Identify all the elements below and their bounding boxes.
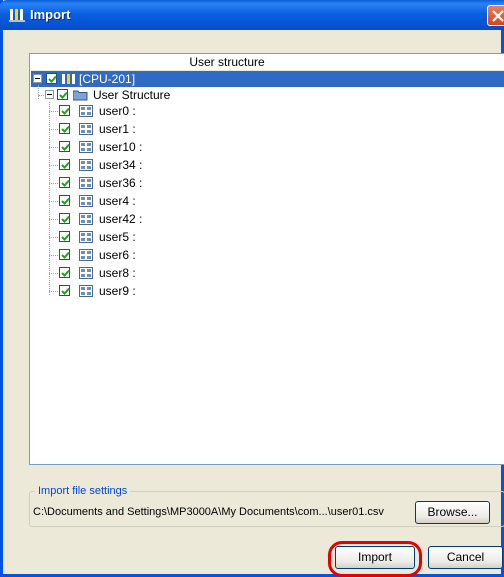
root-checkbox[interactable] [46, 73, 57, 84]
user-checkbox[interactable] [59, 123, 70, 134]
tree-column-header[interactable]: User structure [30, 54, 504, 71]
tree-user-item[interactable]: user8 : [59, 265, 259, 281]
title-bar[interactable]: Import [0, 0, 504, 30]
checkmark-icon [61, 143, 70, 151]
checkmark-icon [59, 91, 68, 99]
tree-user-item[interactable]: user10 : [59, 139, 259, 155]
user-item-label: user8 : [99, 266, 136, 280]
browse-button[interactable]: Browse... [415, 501, 490, 524]
user-structure-tree[interactable]: User structure [CPU-201] User Structure … [29, 53, 504, 465]
tree-connector [38, 85, 39, 99]
user-structure-icon [79, 159, 93, 171]
user-checkbox[interactable] [59, 195, 70, 206]
root-label: [CPU-201] [79, 72, 136, 86]
checkmark-icon [61, 197, 70, 205]
user-checkbox[interactable] [59, 231, 70, 242]
tree-user-item[interactable]: user9 : [59, 283, 259, 299]
tree-connector [49, 102, 50, 295]
tree-group-node[interactable]: User Structure [45, 87, 245, 103]
user-item-label: user4 : [99, 194, 136, 208]
close-button[interactable] [487, 5, 504, 26]
tree-user-item[interactable]: user34 : [59, 157, 259, 173]
tree-user-item[interactable]: user5 : [59, 229, 259, 245]
window-title: Import [30, 7, 71, 22]
user-structure-icon [79, 249, 93, 261]
group-label: User Structure [93, 88, 171, 102]
checkmark-icon [61, 125, 70, 133]
tree-root-node[interactable]: [CPU-201] [33, 71, 233, 87]
user-checkbox[interactable] [59, 213, 70, 224]
folder-icon [73, 90, 88, 101]
tree-user-item[interactable]: user0 : [59, 103, 259, 119]
tree-user-item[interactable]: user36 : [59, 175, 259, 191]
checkmark-icon [61, 269, 70, 277]
checkmark-icon [61, 107, 70, 115]
user-structure-icon [79, 105, 93, 117]
tree-user-item[interactable]: user6 : [59, 247, 259, 263]
user-item-label: user42 : [99, 212, 143, 226]
user-structure-icon [79, 267, 93, 279]
user-item-label: user5 : [99, 230, 136, 244]
user-item-label: user36 : [99, 176, 143, 190]
cancel-button[interactable]: Cancel [428, 546, 503, 569]
tree-structure-icon [9, 9, 25, 22]
import-file-path: C:\Documents and Settings\MP3000A\My Doc… [33, 506, 384, 518]
user-item-label: user9 : [99, 284, 136, 298]
user-checkbox[interactable] [59, 159, 70, 170]
checkmark-icon [48, 75, 57, 83]
user-structure-icon [79, 177, 93, 189]
user-structure-icon [79, 195, 93, 207]
user-checkbox[interactable] [59, 141, 70, 152]
tree-user-item[interactable]: user42 : [59, 211, 259, 227]
user-item-label: user34 : [99, 158, 143, 172]
close-icon [492, 10, 504, 22]
user-checkbox[interactable] [59, 105, 70, 116]
tree-user-item[interactable]: user1 : [59, 121, 259, 137]
controller-icon [62, 74, 75, 84]
user-structure-icon [79, 123, 93, 135]
group-checkbox[interactable] [57, 89, 68, 100]
user-structure-icon [79, 141, 93, 153]
collapse-toggle[interactable] [45, 90, 54, 99]
user-structure-icon [79, 213, 93, 225]
checkmark-icon [61, 251, 70, 259]
user-structure-icon [79, 231, 93, 243]
user-item-label: user1 : [99, 122, 136, 136]
import-highlight-ring [328, 541, 422, 577]
checkmark-icon [61, 215, 70, 223]
user-structure-icon [79, 285, 93, 297]
user-item-label: user10 : [99, 140, 143, 154]
checkmark-icon [61, 233, 70, 241]
checkmark-icon [61, 179, 70, 187]
import-dialog: Import User structure [CPU-201] User Str… [0, 0, 504, 577]
user-item-label: user0 : [99, 104, 136, 118]
checkmark-icon [61, 287, 70, 295]
user-checkbox[interactable] [59, 249, 70, 260]
user-checkbox[interactable] [59, 285, 70, 296]
user-item-label: user6 : [99, 248, 136, 262]
checkmark-icon [61, 161, 70, 169]
user-checkbox[interactable] [59, 267, 70, 278]
import-settings-title: Import file settings [35, 485, 131, 497]
tree-user-item[interactable]: user4 : [59, 193, 259, 209]
user-checkbox[interactable] [59, 177, 70, 188]
collapse-toggle[interactable] [33, 74, 42, 83]
